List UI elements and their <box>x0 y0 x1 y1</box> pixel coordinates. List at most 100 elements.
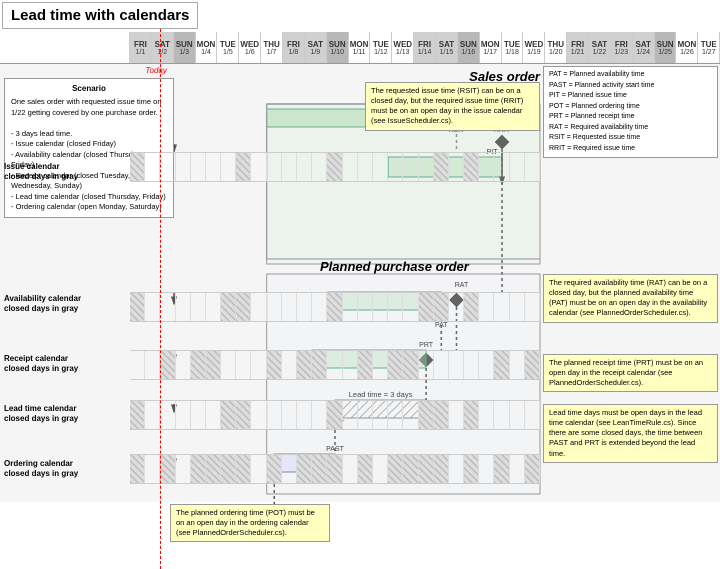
cal-day-1/4: MON1/4 <box>196 32 218 63</box>
cal-cell <box>176 293 191 321</box>
cal-cell <box>373 293 388 321</box>
cal-cell <box>373 401 388 429</box>
cal-day-1/8: FRI1/8 <box>283 32 305 63</box>
cal-cell <box>434 351 449 379</box>
cal-cell <box>160 293 175 321</box>
cal-day-1/7: THU1/7 <box>261 32 283 63</box>
cal-row <box>130 400 540 430</box>
cal-cell <box>449 455 464 483</box>
cal-cell <box>403 153 418 181</box>
cal-cell <box>282 153 297 181</box>
issue-cal-label: Issue calendarclosed days in gray <box>4 162 129 183</box>
cal-day-1/5: TUE1/5 <box>217 32 239 63</box>
legend-item: PAT = Planned availability time <box>549 70 712 81</box>
cal-cell <box>221 401 236 429</box>
rat-note-text: The required availability time (RAT) can… <box>549 278 707 317</box>
cal-cell <box>130 455 145 483</box>
cal-cell <box>525 455 540 483</box>
pot-note-box: The planned ordering time (POT) must be … <box>170 504 330 542</box>
cal-cell <box>206 351 221 379</box>
today-line <box>160 29 161 569</box>
cal-cell <box>130 293 145 321</box>
cal-cell <box>297 351 312 379</box>
page-title: Lead time with calendars <box>2 2 198 29</box>
cal-cell <box>343 455 358 483</box>
cal-cell <box>464 351 479 379</box>
cal-cell <box>282 455 297 483</box>
cal-cell <box>297 401 312 429</box>
cal-cell <box>419 351 434 379</box>
cal-cell <box>510 401 525 429</box>
cal-row <box>130 292 540 322</box>
calendar-grid <box>130 152 540 502</box>
cal-cell <box>434 401 449 429</box>
cal-cell <box>145 401 160 429</box>
cal-day-1/18: TUE1/18 <box>502 32 524 63</box>
ordering-cal-label: Ordering calendarclosed days in gray <box>4 459 129 480</box>
cal-cell <box>449 401 464 429</box>
cal-day-1/17: MON1/17 <box>480 32 502 63</box>
cal-cell <box>327 153 342 181</box>
leadtime-cal-label: Lead time calendarclosed days in gray <box>4 404 129 425</box>
cal-cell <box>221 351 236 379</box>
cal-day-1/26: MON1/26 <box>676 32 698 63</box>
cal-cell <box>236 293 251 321</box>
cal-cell <box>449 153 464 181</box>
cal-day-1/24: SAT1/24 <box>633 32 655 63</box>
cal-cell <box>251 455 266 483</box>
cal-cell <box>145 153 160 181</box>
cal-cell <box>343 351 358 379</box>
cal-cell <box>449 293 464 321</box>
cal-cell <box>510 293 525 321</box>
cal-cell <box>373 455 388 483</box>
cal-day-1/14: FRI1/14 <box>414 32 436 63</box>
legend-item: POT = Planned ordering time <box>549 102 712 113</box>
prt-note-text: The planned receipt time (PRT) must be o… <box>549 358 703 387</box>
cal-cell <box>479 153 494 181</box>
cal-cell <box>510 153 525 181</box>
cal-cell <box>434 293 449 321</box>
content-area: RSITRRITPITRATPATPRTPASTLead time = 3 da… <box>0 64 720 502</box>
cal-cell <box>464 401 479 429</box>
cal-cell <box>510 455 525 483</box>
cal-cell <box>191 351 206 379</box>
cal-cell <box>282 293 297 321</box>
cal-cell <box>373 153 388 181</box>
cal-cell <box>343 293 358 321</box>
cal-cell <box>191 455 206 483</box>
cal-day-1/2: SAT1/2 <box>152 32 174 63</box>
cal-cell <box>525 293 540 321</box>
cal-cell <box>403 351 418 379</box>
cal-cell <box>327 293 342 321</box>
cal-cell <box>160 351 175 379</box>
cal-cell <box>343 401 358 429</box>
cal-day-1/9: SAT1/9 <box>305 32 327 63</box>
cal-cell <box>403 293 418 321</box>
cal-cell <box>297 293 312 321</box>
legend-item: PAST = Planned activity start time <box>549 81 712 92</box>
cal-cell <box>388 293 403 321</box>
rsit-note-text: The requested issue time (RSIT) can be o… <box>371 86 523 125</box>
cal-cell <box>479 293 494 321</box>
cal-day-1/22: SAT1/22 <box>589 32 611 63</box>
cal-day-1/25: SUN1/25 <box>655 32 677 63</box>
cal-cell <box>494 455 509 483</box>
legend-item: PIT = Planned issue time <box>549 91 712 102</box>
cal-cell <box>312 153 327 181</box>
cal-cell <box>176 455 191 483</box>
cal-cell <box>206 153 221 181</box>
cal-day-1/12: TUE1/12 <box>370 32 392 63</box>
rsit-note-box: The requested issue time (RSIT) can be o… <box>365 82 540 131</box>
rat-note-box: The required availability time (RAT) can… <box>543 274 718 323</box>
cal-cell <box>434 455 449 483</box>
legend-box: PAT = Planned availability time PAST = P… <box>543 66 718 158</box>
scenario-title: Scenario <box>11 83 167 94</box>
cal-cell <box>479 455 494 483</box>
cal-cell <box>145 351 160 379</box>
cal-cell <box>221 153 236 181</box>
legend-item: RSIT = Requested issue time <box>549 133 712 144</box>
cal-cell <box>145 455 160 483</box>
cal-cell <box>221 455 236 483</box>
cal-cell <box>358 401 373 429</box>
main-container: FRI1/1SAT1/2SUN1/3MON1/4TUE1/5WED1/6THU1… <box>0 32 720 502</box>
